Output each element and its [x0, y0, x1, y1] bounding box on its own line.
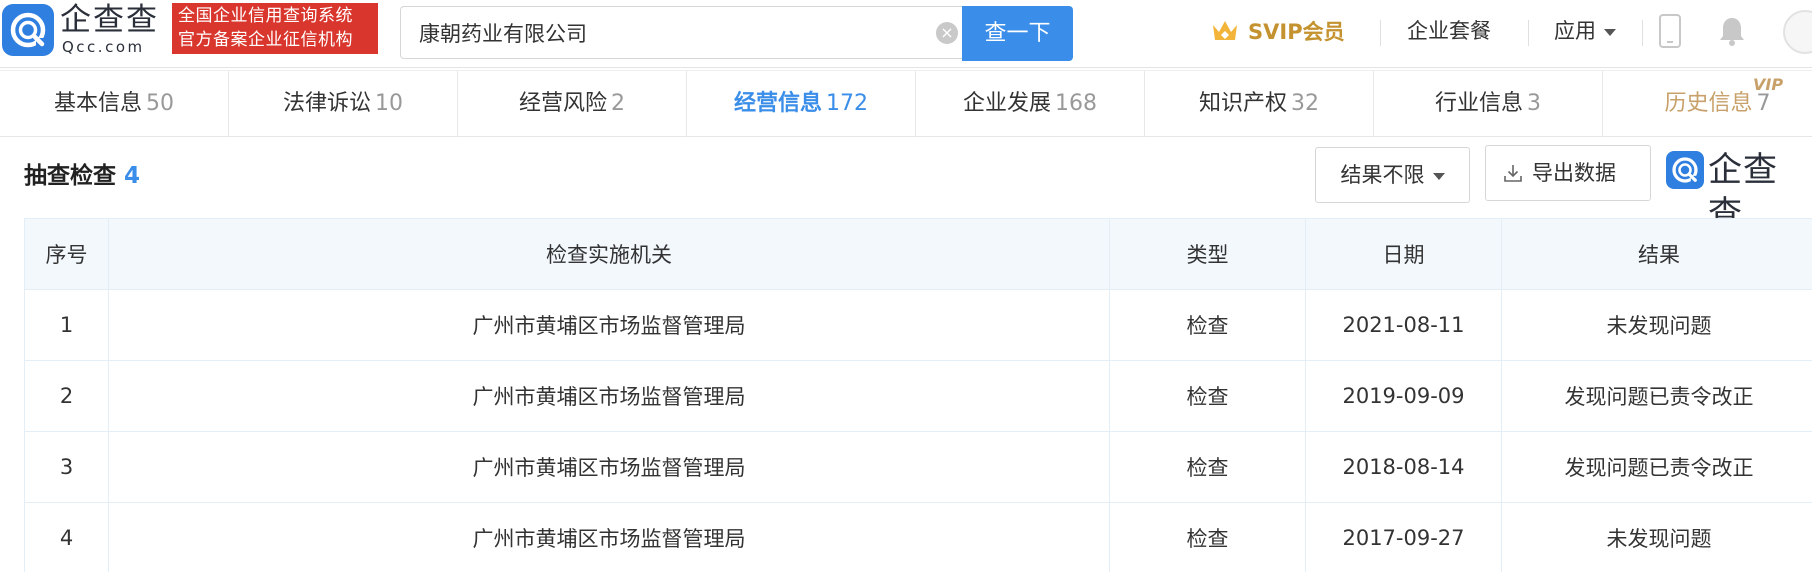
- col-type: 类型: [1109, 218, 1306, 290]
- clear-icon[interactable]: ×: [936, 22, 958, 44]
- bell-icon[interactable]: [1717, 15, 1747, 47]
- cell-result: 未发现问题: [1501, 502, 1812, 572]
- tab-count: 32: [1291, 91, 1319, 116]
- official-tag: 全国企业信用查询系统 官方备案企业征信机构: [172, 3, 378, 54]
- tab-bar: 基本信息 50 法律诉讼 10 经营风险 2 经营信息 172 企业发展 168 知识产权…: [0, 70, 1812, 137]
- cell-agency: 广州市黄埔区市场监督管理局: [108, 360, 1110, 432]
- table-header-row: 序号 检查实施机关 类型 日期 结果: [24, 218, 1812, 290]
- tab-count: 2: [611, 91, 625, 116]
- official-tag-line2: 官方备案企业征信机构: [178, 30, 353, 50]
- tab-count: 10: [375, 91, 403, 116]
- tab-count: 172: [826, 91, 868, 116]
- cell-date: 2018-08-14: [1305, 431, 1502, 503]
- cell-result: 未发现问题: [1501, 289, 1812, 361]
- crown-icon: [1213, 21, 1237, 40]
- tab-development[interactable]: 企业发展 168: [916, 71, 1145, 137]
- tab-label: 经营信息: [733, 91, 822, 116]
- cell-result: 发现问题已责令改正: [1501, 431, 1812, 503]
- col-date: 日期: [1305, 218, 1502, 290]
- tab-count: 50: [146, 91, 174, 116]
- chevron-down-icon: [1604, 28, 1616, 36]
- chevron-down-icon: [1432, 172, 1445, 180]
- col-index: 序号: [24, 218, 109, 290]
- cell-date: 2019-09-09: [1305, 360, 1502, 432]
- table-row: 3 广州市黄埔区市场监督管理局 检查 2018-08-14 发现问题已责令改正: [24, 431, 1812, 503]
- cell-agency: 广州市黄埔区市场监督管理局: [108, 289, 1110, 361]
- section-title: 抽查检查 4: [24, 156, 140, 190]
- download-icon: [1504, 165, 1522, 182]
- result-filter-dropdown[interactable]: 结果不限: [1315, 147, 1470, 203]
- cell-date: 2017-09-27: [1305, 502, 1502, 572]
- tab-legal[interactable]: 法律诉讼 10: [229, 71, 458, 137]
- tab-count: 168: [1055, 91, 1097, 116]
- cell-date: 2021-08-11: [1305, 289, 1502, 361]
- official-tag-line1: 全国企业信用查询系统: [178, 6, 353, 26]
- tab-ip[interactable]: 知识产权 32: [1145, 71, 1374, 137]
- svip-label: SVIP会员: [1248, 20, 1345, 44]
- tab-label: 基本信息: [53, 91, 142, 116]
- cell-index: 1: [24, 289, 109, 361]
- tab-label: 经营风险: [518, 91, 607, 116]
- nav-apps-label: 应用: [1554, 19, 1596, 43]
- search-box: ×: [400, 6, 962, 59]
- tab-label: 行业信息: [1434, 91, 1523, 116]
- vip-badge: VIP: [1753, 75, 1784, 94]
- section-title-text: 抽查检查: [24, 163, 116, 189]
- table-row: 2 广州市黄埔区市场监督管理局 检查 2019-09-09 发现问题已责令改正: [24, 360, 1812, 432]
- search-input[interactable]: [419, 7, 919, 58]
- top-bar: 企查查 Qcc.com 全国企业信用查询系统 官方备案企业征信机构 × 查一下 …: [0, 0, 1812, 68]
- inspection-table: 序号 检查实施机关 类型 日期 结果 1 广州市黄埔区市场监督管理局 检查 20…: [24, 218, 1812, 572]
- qcc-logo-icon[interactable]: [2, 4, 54, 56]
- section-count: 4: [124, 163, 141, 189]
- logo-subtext: Qcc.com: [62, 38, 145, 56]
- tab-count: 7: [1756, 91, 1771, 116]
- svip-member-link[interactable]: SVIP会员: [1210, 13, 1345, 49]
- col-result: 结果: [1501, 218, 1812, 290]
- avatar[interactable]: [1783, 10, 1812, 54]
- tab-business-risk[interactable]: 经营风险 2: [458, 71, 687, 137]
- cell-result: 发现问题已责令改正: [1501, 360, 1812, 432]
- nav-divider: [1380, 20, 1381, 46]
- nav-divider: [1642, 20, 1643, 46]
- cell-index: 2: [24, 360, 109, 432]
- tab-label: 企业发展: [962, 91, 1051, 116]
- cell-type: 检查: [1109, 289, 1306, 361]
- tab-basic-info[interactable]: 基本信息 50: [0, 71, 229, 137]
- table-row: 1 广州市黄埔区市场监督管理局 检查 2021-08-11 未发现问题: [24, 289, 1812, 361]
- export-data-button[interactable]: 导出数据: [1485, 145, 1651, 201]
- cell-agency: 广州市黄埔区市场监督管理局: [108, 502, 1110, 572]
- nav-apps-menu[interactable]: 应用: [1554, 14, 1616, 48]
- tab-count: 3: [1527, 91, 1541, 116]
- search-button[interactable]: 查一下: [962, 6, 1073, 61]
- table-row: 4 广州市黄埔区市场监督管理局 检查 2017-09-27 未发现问题: [24, 502, 1812, 572]
- cell-type: 检查: [1109, 502, 1306, 572]
- tab-label: 历史信息: [1664, 91, 1753, 116]
- export-label: 导出数据: [1532, 161, 1616, 185]
- phone-icon[interactable]: [1659, 14, 1681, 48]
- cell-type: 检查: [1109, 360, 1306, 432]
- tab-label: 法律诉讼: [282, 91, 371, 116]
- nav-divider: [1528, 20, 1529, 46]
- tab-industry[interactable]: 行业信息 3: [1374, 71, 1603, 137]
- cell-type: 检查: [1109, 431, 1306, 503]
- cell-index: 4: [24, 502, 109, 572]
- qcc-logo-icon: [1666, 151, 1704, 189]
- logo-text[interactable]: 企查查: [60, 0, 159, 40]
- nav-enterprise-package[interactable]: 企业套餐: [1407, 14, 1491, 48]
- col-agency: 检查实施机关: [108, 218, 1110, 290]
- cell-agency: 广州市黄埔区市场监督管理局: [108, 431, 1110, 503]
- filter-label: 结果不限: [1340, 163, 1425, 187]
- cell-index: 3: [24, 431, 109, 503]
- tab-label: 知识产权: [1198, 91, 1287, 116]
- tab-business-info[interactable]: 经营信息 172: [687, 71, 916, 137]
